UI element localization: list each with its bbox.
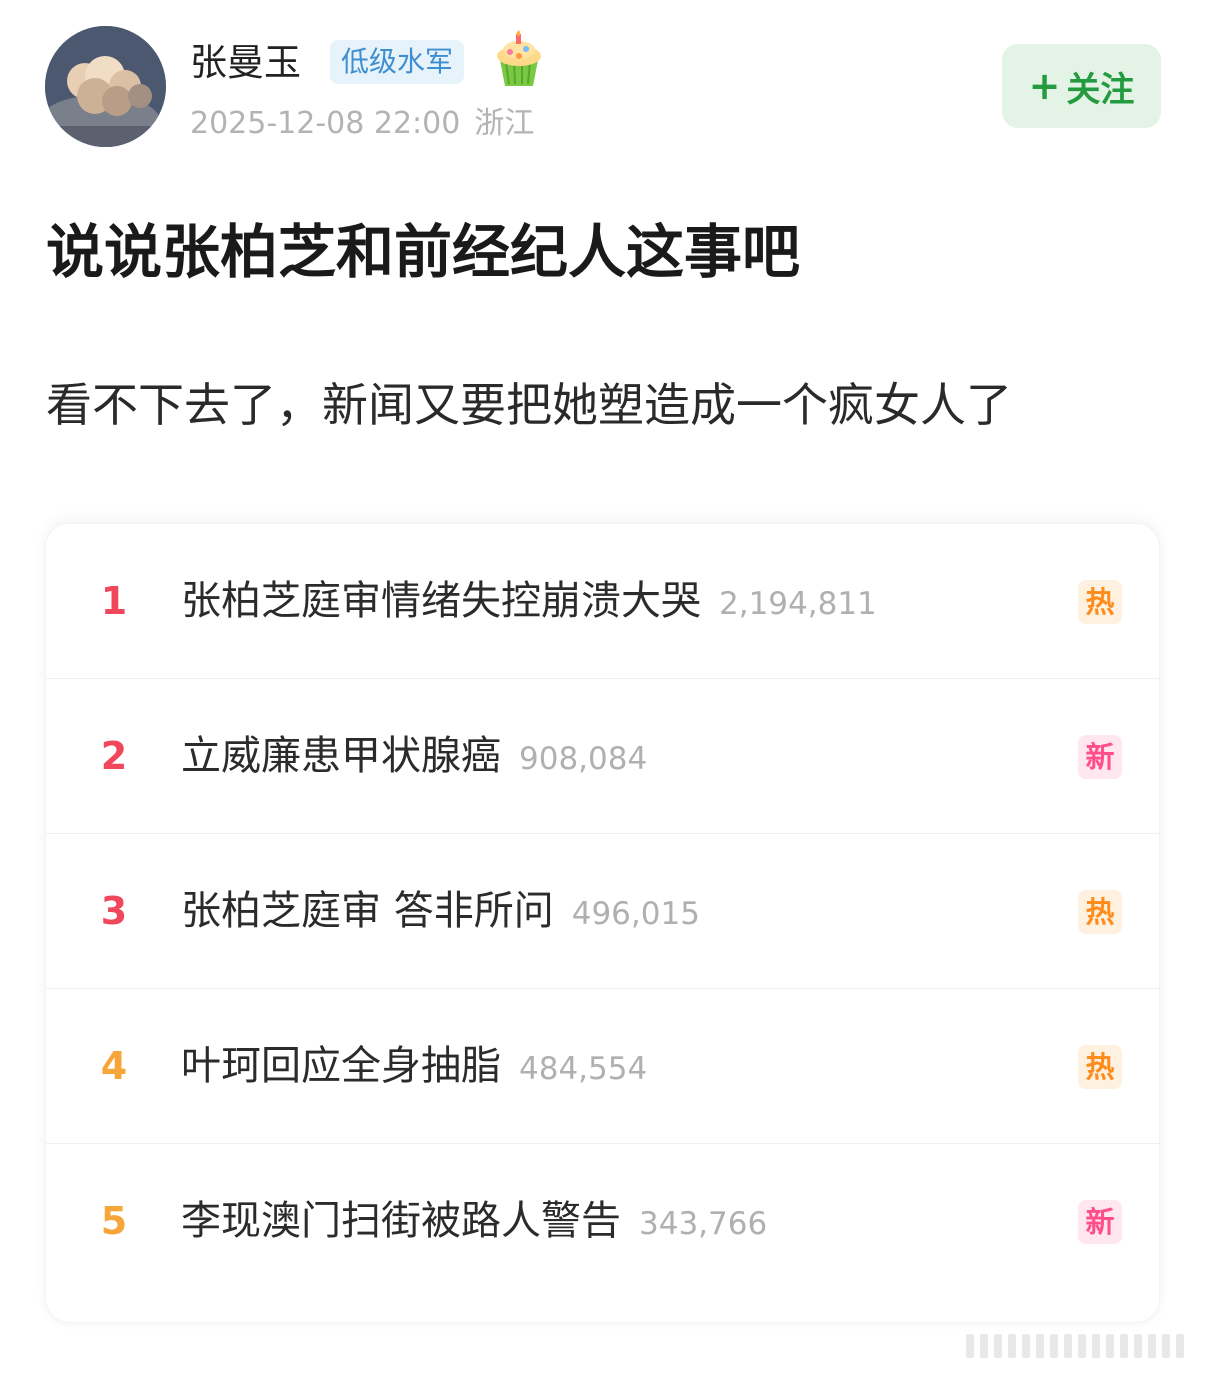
weibo-post-page: 张曼玉 低级水军 2025-12-08 22:00 浙江 + 关注 说说张柏芝和前经… (0, 0, 1206, 1374)
hot-search-count: 496,015 (571, 896, 700, 932)
rank-number: 5 (100, 1199, 128, 1243)
hot-search-text: 李现澳门扫街被路人警告 (181, 1198, 621, 1244)
hot-search-title: 叶珂回应全身抽脂 484,554 (181, 989, 647, 1144)
post-body: 看不下去了，新闻又要把她塑造成一个疯女人了 (46, 378, 1012, 432)
hot-search-card: 1 张柏芝庭审情绪失控崩溃大哭 2,194,811 热 2 立威廉患甲状腺癌 908… (45, 523, 1161, 1323)
hot-search-item[interactable]: 4 叶珂回应全身抽脂 484,554 热 (46, 989, 1161, 1144)
post-location: 浙江 (474, 106, 535, 141)
follow-label: 关注 (1066, 69, 1135, 110)
avatar[interactable] (45, 26, 166, 147)
hot-search-text: 立威廉患甲状腺癌 (181, 733, 501, 779)
hot-search-count: 2,194,811 (719, 586, 877, 622)
hot-search-title: 立威廉患甲状腺癌 908,084 (181, 679, 647, 834)
rank-number: 2 (100, 734, 128, 778)
rank-number: 3 (100, 889, 128, 933)
hot-search-title: 张柏芝庭审情绪失控崩溃大哭 2,194,811 (181, 524, 877, 679)
plus-icon: + (1028, 64, 1061, 108)
hot-search-text: 张柏芝庭审 答非所问 (181, 888, 554, 934)
hot-search-count: 484,554 (519, 1051, 648, 1087)
hot-search-item[interactable]: 3 张柏芝庭审 答非所问 496,015 热 (46, 834, 1161, 989)
post-title: 说说张柏芝和前经纪人这事吧 (46, 218, 801, 286)
hot-search-item[interactable]: 1 张柏芝庭审情绪失控崩溃大哭 2,194,811 热 (46, 524, 1161, 679)
post-time: 2025-12-08 22:00 (190, 106, 461, 141)
hot-search-item[interactable]: 2 立威廉患甲状腺癌 908,084 新 (46, 679, 1161, 834)
hot-search-tag: 新 (1078, 735, 1122, 779)
post-meta: 2025-12-08 22:00 浙江 (190, 104, 534, 144)
level-badge[interactable]: 低级水军 (330, 40, 465, 84)
hot-search-title: 张柏芝庭审 答非所问 496,015 (181, 834, 700, 989)
hot-search-tag: 热 (1078, 1045, 1122, 1089)
hot-search-item[interactable]: 5 李现澳门扫街被路人警告 343,766 新 (46, 1144, 1161, 1299)
hot-search-count: 908,084 (519, 741, 648, 777)
username[interactable]: 张曼玉 (190, 40, 301, 86)
hot-search-text: 叶珂回应全身抽脂 (181, 1043, 501, 1089)
follow-button[interactable]: + 关注 (1002, 44, 1161, 128)
rank-number: 1 (100, 579, 128, 623)
cupcake-icon[interactable] (492, 30, 546, 88)
hot-search-tag: 热 (1078, 580, 1122, 624)
menu-icon (966, 1330, 1196, 1362)
hot-search-tag: 热 (1078, 890, 1122, 934)
hot-search-text: 张柏芝庭审情绪失控崩溃大哭 (181, 578, 701, 624)
hot-search-count: 343,766 (639, 1206, 768, 1242)
rank-number: 4 (100, 1044, 128, 1088)
hot-search-title: 李现澳门扫街被路人警告 343,766 (181, 1144, 767, 1299)
hot-search-tag: 新 (1078, 1200, 1122, 1244)
